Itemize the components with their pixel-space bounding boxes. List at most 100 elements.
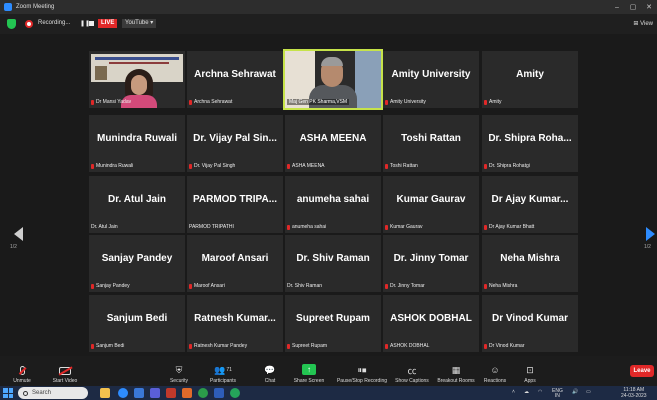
taskbar-app-icon[interactable]	[100, 388, 110, 398]
taskbar-app-icon[interactable]	[230, 388, 240, 398]
share-screen-button[interactable]: ↑ Share Screen	[292, 358, 326, 384]
zoom-app-icon	[4, 3, 12, 11]
view-button[interactable]: ⊞ View	[633, 20, 653, 27]
participant-tile[interactable]: Munindra Ruwali Munindra Ruwali	[89, 115, 185, 172]
participant-name: Supreet Rupam	[292, 343, 328, 349]
participant-tile[interactable]: Dr. Vijay Pal Sin... Dr. Vijay Pal Singh	[187, 115, 283, 172]
participant-nameplate: Toshi Rattan	[385, 163, 418, 169]
participant-tile[interactable]: Ratnesh Kumar... Ratnesh Kumar Pandey	[187, 295, 283, 352]
muted-mic-icon	[484, 224, 487, 230]
apps-button[interactable]: ⊡ Apps	[520, 358, 540, 385]
participant-tile[interactable]: Sanjay Pandey Sanjay Pandey	[89, 235, 185, 292]
participant-nameplate: Maj Gen PK Sharma,VSM	[287, 99, 350, 105]
participant-tile[interactable]: Sanjum Bedi Sanjum Bedi	[89, 295, 185, 352]
participant-tile[interactable]: Maj Gen PK Sharma,VSM	[283, 49, 383, 110]
participant-display-name: Dr. Shipra Roha...	[488, 132, 572, 144]
participant-nameplate: Dr Ajay Kumar Bhatt	[484, 224, 534, 230]
security-button[interactable]: ⛨ Security	[166, 358, 192, 385]
participant-name: Archna Sehrawat	[194, 99, 233, 105]
taskbar-clock[interactable]: 11:18 AM 24-03-2023	[621, 387, 647, 399]
reactions-button[interactable]: ☺ Reactions	[482, 358, 508, 384]
taskbar-app-icon[interactable]	[150, 388, 160, 398]
participant-tile[interactable]: Amity University Amity University	[383, 51, 479, 108]
stop-recording-button[interactable]	[89, 21, 94, 26]
muted-mic-icon	[287, 343, 290, 349]
participant-tile[interactable]: Toshi Rattan Toshi Rattan	[383, 115, 479, 172]
participant-display-name: ASHA MEENA	[299, 132, 367, 144]
muted-mic-icon	[189, 163, 192, 169]
chat-icon: 💬	[264, 364, 276, 375]
taskbar-app-icon[interactable]	[182, 388, 192, 398]
participant-tile[interactable]: Amity Amity	[482, 51, 578, 108]
participant-display-name: Amity University	[391, 68, 471, 80]
participant-tile[interactable]: ASHOK DOBHAL ASHOK DOBHAL	[383, 295, 479, 352]
participant-nameplate: Ratnesh Kumar Pandey	[189, 343, 247, 349]
participant-name: Munindra Ruwali	[96, 163, 134, 169]
leave-button[interactable]: Leave	[630, 365, 654, 377]
tray-volume-icon[interactable]: 🔊	[572, 389, 578, 395]
participant-tile[interactable]: Dr Vinod Kumar Dr Vinod Kumar	[482, 295, 578, 352]
participant-tile[interactable]: Supreet Rupam Supreet Rupam	[285, 295, 381, 352]
participant-tile[interactable]: Dr. Atul Jain Dr. Atul Jain	[89, 176, 185, 233]
muted-mic-icon	[484, 343, 487, 349]
tray-cloud-icon[interactable]: ☁	[524, 389, 529, 395]
share-screen-icon: ↑	[302, 364, 316, 375]
participant-tile[interactable]: Maroof Ansari Maroof Ansari	[187, 235, 283, 292]
tray-up-arrow-icon[interactable]: ˄	[512, 389, 515, 395]
taskbar-search-box[interactable]: Search	[18, 387, 88, 399]
participant-name: ASHOK DOBHAL	[390, 343, 430, 349]
participant-tile[interactable]: Kumar Gaurav Kumar Gaurav	[383, 176, 479, 233]
recording-icon	[25, 20, 33, 28]
participant-tile[interactable]: anumeha sahai anumeha sahai	[285, 176, 381, 233]
participant-display-name: Sanjum Bedi	[106, 312, 168, 324]
participant-tile[interactable]: Dr Mansi Yadav	[89, 51, 185, 108]
participant-tile[interactable]: Dr. Shipra Roha... Dr. Shipra Rohatgi	[482, 115, 578, 172]
participant-display-name: Dr. Atul Jain	[108, 193, 166, 205]
participant-tile[interactable]: ASHA MEENA ASHA MEENA	[285, 115, 381, 172]
taskbar-app-icon[interactable]	[198, 388, 208, 398]
muted-mic-icon	[385, 283, 388, 289]
start-video-button[interactable]: Start Video	[48, 358, 82, 384]
participant-tile[interactable]: Archna Sehrawat Archna Sehrawat	[187, 51, 283, 108]
participant-tile[interactable]: Neha Mishra Neha Mishra	[482, 235, 578, 292]
tray-language[interactable]: ENG IN	[552, 389, 563, 399]
previous-page-arrow-icon[interactable]	[14, 227, 23, 241]
taskbar-app-icon[interactable]	[134, 388, 144, 398]
breakout-rooms-button[interactable]: ▦ Breakout Rooms	[436, 358, 476, 385]
pause-stop-recording-button[interactable]: ⏸⏹ Pause/Stop Recording	[335, 358, 389, 385]
security-shield-icon: ⛨	[175, 364, 183, 375]
participant-nameplate: Dr Vinod Kumar	[484, 343, 524, 349]
search-icon	[23, 390, 28, 396]
taskbar-app-icon[interactable]	[118, 388, 128, 398]
taskbar-app-icon[interactable]	[214, 388, 224, 398]
participant-tile[interactable]: Dr. Shiv Raman Dr. Shiv Raman	[285, 235, 381, 292]
tray-wifi-icon[interactable]: ◠	[538, 389, 542, 395]
tray-battery-icon[interactable]: ▭	[586, 389, 591, 395]
participant-tile[interactable]: Dr. Jinny Tomar Dr. Jinny Tomar	[383, 235, 479, 292]
live-badge[interactable]: LIVE	[98, 19, 118, 28]
shield-icon[interactable]	[7, 19, 16, 29]
unmute-button[interactable]: Unmute	[8, 358, 36, 384]
participant-name: Amity	[489, 99, 502, 105]
meeting-topbar: Recording... ❚❚ LIVE YouTube ▾ ⊞ View	[0, 14, 657, 34]
show-captions-button[interactable]: ㏄ Show Captions	[394, 358, 430, 385]
participant-tile[interactable]: Dr Ajay Kumar... Dr Ajay Kumar Bhatt	[482, 176, 578, 233]
maximize-button[interactable]: ▢	[625, 0, 641, 14]
muted-mic-icon	[91, 163, 94, 169]
stream-destination-dropdown[interactable]: YouTube ▾	[122, 19, 157, 28]
window-title: Zoom Meeting	[16, 4, 55, 10]
participant-display-name: Neha Mishra	[500, 252, 560, 264]
participants-button[interactable]: 👥 71 Participants	[206, 358, 240, 385]
muted-mic-icon	[189, 99, 192, 105]
participant-nameplate: Dr Mansi Yadav	[91, 99, 131, 105]
participant-nameplate: ASHOK DOBHAL	[385, 343, 429, 349]
windows-start-icon[interactable]	[3, 388, 13, 398]
taskbar-app-icon[interactable]	[166, 388, 176, 398]
participant-name: Neha Mishra	[489, 283, 518, 289]
close-button[interactable]: ✕	[641, 0, 657, 14]
minimize-button[interactable]: –	[609, 0, 625, 14]
participant-tile[interactable]: PARMOD TRIPA... PARMOD TRIPATHI	[187, 176, 283, 233]
participant-name: Ratnesh Kumar Pandey	[194, 343, 248, 349]
next-page-arrow-icon[interactable]	[646, 227, 655, 241]
chat-button[interactable]: 💬 Chat	[260, 358, 280, 385]
